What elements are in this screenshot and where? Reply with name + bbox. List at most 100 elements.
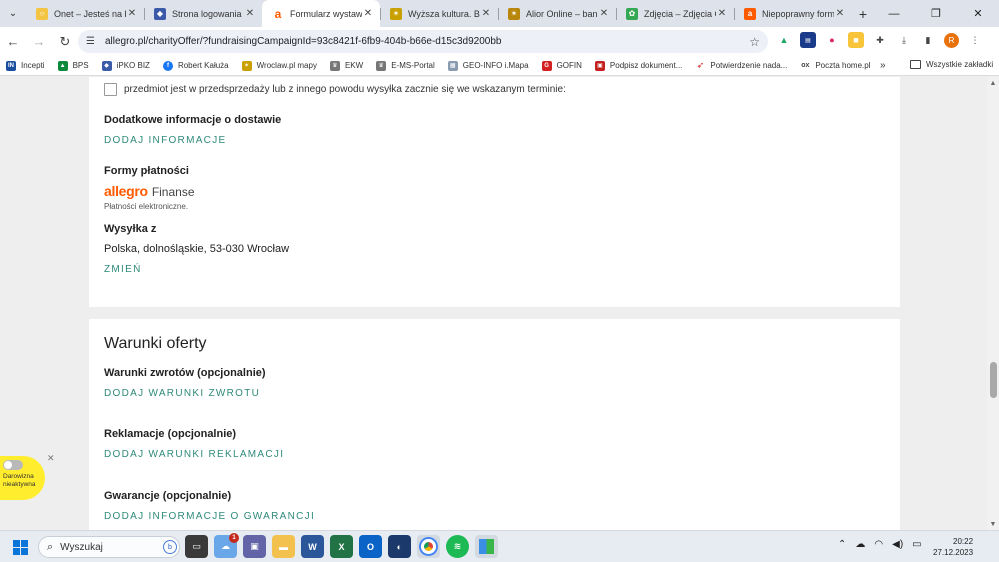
- taskbar-clock[interactable]: 20:22 27.12.2023: [933, 536, 973, 558]
- wifi-icon[interactable]: ◠: [874, 539, 883, 550]
- close-icon[interactable]: ✕: [244, 8, 256, 19]
- minimize-icon[interactable]: —: [873, 0, 915, 27]
- window-controls: — ❐ ✕: [873, 0, 999, 27]
- bookmark-item[interactable]: ▦ GEO-INFO i.Mapa: [447, 60, 529, 71]
- bps-icon: ▲: [57, 60, 68, 71]
- bookmark-label: Potwierdzenie nada...: [710, 61, 788, 70]
- bank-favicon-icon: ✶: [390, 7, 402, 20]
- tab-onet[interactable]: ○ Onet – Jesteś na bieżąco ✕: [26, 0, 144, 27]
- excel-icon[interactable]: X: [330, 535, 353, 558]
- bookmark-star-icon[interactable]: ☆: [749, 35, 760, 49]
- word-icon[interactable]: W: [301, 535, 324, 558]
- file-explorer-icon[interactable]: ▬: [272, 535, 295, 558]
- all-bookmarks-label: Wszystkie zakładki: [926, 60, 994, 69]
- donation-label-line1: Darowizna: [3, 473, 34, 480]
- tab-title: Formularz wystawiania: [290, 8, 362, 19]
- bing-icon[interactable]: b: [163, 540, 177, 554]
- bookmark-item[interactable]: f Robert Kałuża: [162, 60, 229, 71]
- scrollbar-thumb[interactable]: [990, 362, 997, 398]
- bookmarks-bar: IN Incepti ▲ BPS ◆ iPKO BIZ f Robert Kałuża …: [0, 56, 999, 76]
- add-warranty-link[interactable]: DODAJ INFORMACJE O GWARANCJI: [104, 511, 315, 522]
- bookmark-item[interactable]: ▣ Podpisz dokument...: [594, 60, 682, 71]
- search-icon: ⌕: [47, 540, 54, 553]
- window-close-icon[interactable]: ✕: [957, 0, 999, 27]
- bookmark-item[interactable]: ▲ BPS: [57, 60, 89, 71]
- windows-start-icon[interactable]: [13, 540, 28, 555]
- maps-app-icon[interactable]: [475, 535, 498, 558]
- change-shipping-link[interactable]: ZMIEŃ: [104, 264, 142, 275]
- close-icon[interactable]: ✕: [834, 8, 846, 19]
- taskbar-search[interactable]: ⌕ Wyszukaj b: [38, 536, 180, 558]
- preorder-checkbox[interactable]: [104, 83, 117, 96]
- donation-widget[interactable]: Darowizna nieaktywna: [0, 456, 45, 500]
- close-icon[interactable]: ✕: [716, 8, 728, 19]
- menu-kebab-icon[interactable]: ⋮: [967, 32, 983, 48]
- teams-icon[interactable]: ▣: [243, 535, 266, 558]
- add-complaints-link[interactable]: DODAJ WARUNKI REKLAMACJI: [104, 449, 284, 460]
- google-drive-icon[interactable]: ▲: [776, 32, 792, 48]
- bookmark-label: GOFIN: [556, 61, 582, 70]
- profile-avatar[interactable]: R: [944, 32, 959, 48]
- add-delivery-info-link[interactable]: DODAJ INFORMACJE: [104, 135, 226, 146]
- extension-icon[interactable]: ●: [824, 32, 840, 48]
- forward-button[interactable]: →: [26, 29, 52, 55]
- tab-niepoprawny[interactable]: a Niepoprawny formularz ✕: [734, 0, 852, 27]
- close-icon[interactable]: ✕: [362, 8, 374, 19]
- tab-ipko[interactable]: ◆ Strona logowania | iPKO ✕: [144, 0, 262, 27]
- page-viewport: przedmiot jest w przedsprzedaży lub z in…: [0, 77, 999, 530]
- site-settings-icon[interactable]: ☰: [86, 36, 95, 47]
- bookmark-item[interactable]: G GOFIN: [541, 60, 582, 71]
- tab-search-button[interactable]: ⌄: [0, 0, 26, 27]
- extension-icon[interactable]: ■: [848, 32, 864, 48]
- add-returns-link[interactable]: DODAJ WARUNKI ZWROTU: [104, 388, 260, 399]
- puzzle-icon[interactable]: ✚: [872, 32, 888, 48]
- windows-taskbar: ⌕ Wyszukaj b ▭ ☁ 1 ▣ ▬ W X O ◐ ≋ ⌃ ☁ ◠ ◀)…: [0, 530, 999, 562]
- page-scrollbar[interactable]: ▲ ▼: [987, 77, 999, 530]
- donation-close-icon[interactable]: ✕: [47, 453, 55, 464]
- address-bar[interactable]: ☰ allegro.pl/charityOffer/?fundraisingCa…: [78, 30, 768, 53]
- chrome-icon[interactable]: [417, 535, 440, 558]
- all-bookmarks-button[interactable]: Wszystkie zakładki: [910, 60, 993, 69]
- allegro-logo-brand: allegro: [104, 183, 148, 199]
- bookmark-item[interactable]: ◆ iPKO BIZ: [101, 60, 150, 71]
- bookmark-item[interactable]: ✶ Wroclaw.pl mapy: [241, 60, 317, 71]
- spotify-icon[interactable]: ≋: [446, 535, 469, 558]
- reload-button[interactable]: ↻: [52, 29, 78, 55]
- side-panel-icon[interactable]: ▮: [920, 32, 936, 48]
- close-icon[interactable]: ✕: [480, 8, 492, 19]
- close-icon[interactable]: ✕: [126, 8, 138, 19]
- more-bookmarks-icon[interactable]: »: [880, 60, 886, 71]
- bookmark-item[interactable]: ♛ EKW: [329, 60, 363, 71]
- donation-toggle[interactable]: [3, 460, 23, 470]
- new-tab-button[interactable]: +: [852, 0, 874, 27]
- back-button[interactable]: ←: [0, 29, 26, 55]
- battery-icon[interactable]: ▭: [912, 539, 921, 550]
- outlook-icon[interactable]: O: [359, 535, 382, 558]
- url-text: allegro.pl/charityOffer/?fundraisingCamp…: [104, 36, 502, 47]
- bookmark-item[interactable]: IN Incepti: [6, 60, 45, 71]
- cloud-sync-icon[interactable]: ☁: [855, 539, 865, 550]
- bookmark-item[interactable]: ♛ E-MS-Portal: [376, 60, 435, 71]
- weather-icon[interactable]: ☁ 1: [214, 533, 239, 558]
- volume-icon[interactable]: ◀): [892, 539, 903, 550]
- ipko-icon: ◆: [101, 60, 112, 71]
- scroll-up-icon[interactable]: ▲: [987, 77, 999, 89]
- bookmark-item[interactable]: ox Poczta home.pl: [800, 61, 870, 71]
- chevron-up-icon[interactable]: ⌃: [838, 539, 846, 550]
- restore-icon[interactable]: ❐: [915, 0, 957, 27]
- tab-alior[interactable]: ✶ Alior Online – bankowość ✕: [498, 0, 616, 27]
- bookmark-item[interactable]: ➶ Potwierdzenie nada...: [695, 60, 788, 71]
- browser-app-icon[interactable]: ◐: [388, 535, 411, 558]
- scroll-down-icon[interactable]: ▼: [987, 518, 999, 530]
- shipping-location: Polska, dolnośląskie, 53-030 Wrocław: [104, 243, 290, 255]
- close-icon[interactable]: ✕: [598, 8, 610, 19]
- task-view-icon[interactable]: ▭: [185, 535, 208, 558]
- tab-millennium[interactable]: ✶ Wyższa kultura. Bank ✕: [380, 0, 498, 27]
- extension-icon[interactable]: ▤: [800, 32, 816, 48]
- tab-google-photos[interactable]: ✿ Zdjęcia – Zdjęcia Google ✕: [616, 0, 734, 27]
- eagle-emblem-icon: ♛: [376, 60, 387, 71]
- allegro-finanse-logo: allegro Finanse: [104, 183, 195, 199]
- gofin-icon: G: [541, 60, 552, 71]
- tab-formularz-active[interactable]: a Formularz wystawiania ✕: [262, 0, 380, 27]
- download-icon[interactable]: ⤓: [896, 32, 912, 48]
